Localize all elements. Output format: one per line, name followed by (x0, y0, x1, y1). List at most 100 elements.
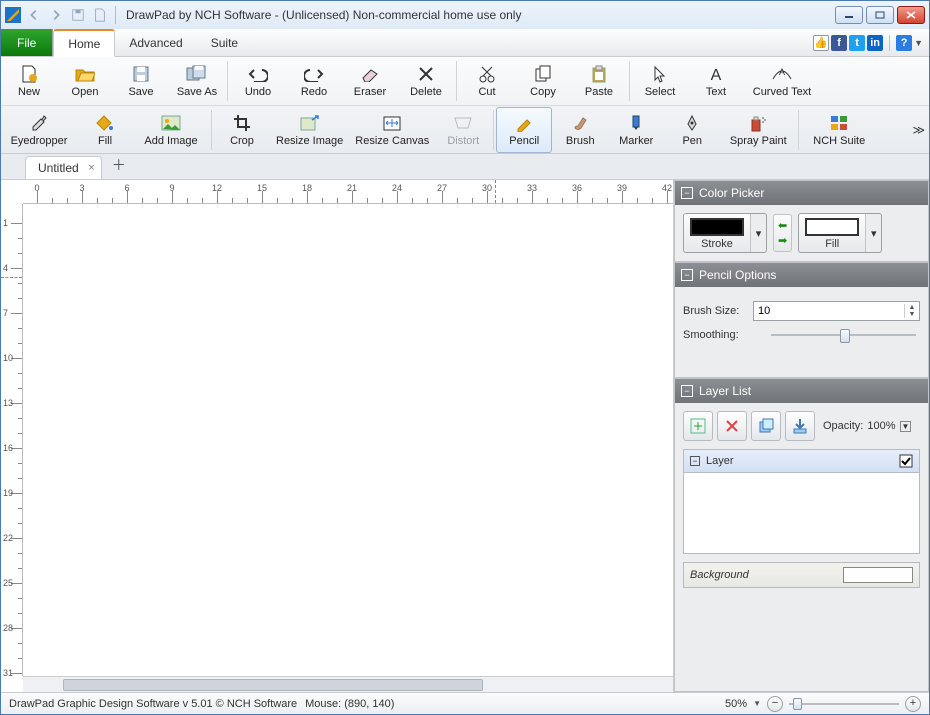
close-tab-icon[interactable]: × (88, 162, 94, 174)
ribbon-addimage-button[interactable]: Add Image (133, 107, 209, 153)
document-tab-label: Untitled (38, 161, 79, 175)
duplicate-layer-button[interactable] (751, 411, 781, 441)
smoothing-label: Smoothing: (683, 329, 759, 341)
ribbon-distort-button[interactable]: Distort (435, 107, 491, 153)
ribbon-fill-button[interactable]: Fill (77, 107, 133, 153)
layer-visible-checkbox[interactable] (899, 454, 913, 468)
facebook-icon[interactable]: f (831, 35, 847, 51)
document-tab[interactable]: Untitled × (25, 156, 102, 179)
fill-swatch-group[interactable]: Fill ▾ (798, 213, 882, 253)
pencil-icon (515, 113, 533, 133)
linkedin-icon[interactable]: in (867, 35, 883, 51)
layer-item[interactable]: − Layer (684, 450, 919, 473)
menu-tab-advanced[interactable]: Advanced (115, 29, 196, 56)
horizontal-ruler: 03691215182124273033363942 (23, 180, 673, 204)
background-swatch[interactable] (843, 567, 913, 583)
background-row[interactable]: Background (683, 562, 920, 588)
zoom-dropdown-icon[interactable]: ▼ (753, 699, 761, 708)
ribbon-nchsuite-button[interactable]: NCH Suite (801, 107, 877, 153)
ribbon-new-button[interactable]: New (1, 58, 57, 104)
menu-file[interactable]: File (1, 29, 53, 56)
ribbon-save-button[interactable]: Save (113, 58, 169, 104)
app-icon (5, 7, 21, 23)
ribbon-spraypaint-button[interactable]: Spray Paint (720, 107, 796, 153)
collapse-icon[interactable]: − (681, 269, 693, 281)
maximize-button[interactable] (866, 6, 894, 24)
ribbon-cut-button[interactable]: Cut (459, 58, 515, 104)
ribbon-saveas-button[interactable]: Save As (169, 58, 225, 104)
spin-down-icon[interactable]: ▼ (905, 311, 919, 318)
help-icon[interactable]: ? (896, 35, 912, 51)
zoom-in-button[interactable]: + (905, 696, 921, 712)
collapse-icon[interactable]: − (681, 385, 693, 397)
nchsuite-icon (829, 113, 849, 133)
add-layer-button[interactable] (683, 411, 713, 441)
collapse-icon[interactable]: − (681, 187, 693, 199)
new-icon (20, 64, 38, 84)
brush-size-input[interactable]: ▲▼ (753, 301, 920, 321)
help-dropdown-icon[interactable]: ▼ (914, 38, 923, 48)
ribbon-resizeimage-button[interactable]: Resize Image (270, 107, 349, 153)
smoothing-slider[interactable] (767, 327, 920, 343)
ribbon-paste-button[interactable]: Paste (571, 58, 627, 104)
swap-right-icon[interactable]: ➡ (778, 234, 787, 247)
ribbon-redo-button[interactable]: Redo (286, 58, 342, 104)
delete-layer-button[interactable] (717, 411, 747, 441)
ribbon-open-button[interactable]: Open (57, 58, 113, 104)
zoom-out-button[interactable]: − (767, 696, 783, 712)
copy-icon (534, 64, 552, 84)
ribbon-text-button[interactable]: AText (688, 58, 744, 104)
minimize-button[interactable] (835, 6, 863, 24)
ribbon-curvedtext-button[interactable]: ACurved Text (744, 58, 820, 104)
ribbon-pencil-button[interactable]: Pencil (496, 107, 552, 153)
merge-layer-button[interactable] (785, 411, 815, 441)
ribbon-eraser-button[interactable]: Eraser (342, 58, 398, 104)
ribbon-eyedropper-button[interactable]: Eyedropper (1, 107, 77, 153)
ribbon-undo-button[interactable]: Undo (230, 58, 286, 104)
spin-up-icon[interactable]: ▲ (905, 304, 919, 311)
panel-pencil-options: −Pencil Options Brush Size: ▲▼ Smoothing… (674, 262, 929, 378)
svg-text:A: A (711, 67, 722, 83)
ribbon-delete-button[interactable]: Delete (398, 58, 454, 104)
ribbon-overflow-icon[interactable]: ≫ (912, 123, 925, 137)
stroke-swatch-group[interactable]: Stroke ▾ (683, 213, 767, 253)
ribbon-copy-button[interactable]: Copy (515, 58, 571, 104)
ribbon-pen-button[interactable]: Pen (664, 107, 720, 153)
panel-color-picker: −Color Picker Stroke ▾ ⬅ ➡ (674, 180, 929, 262)
qat-newdoc-icon[interactable] (91, 6, 109, 24)
crop-icon (233, 113, 251, 133)
qat-forward-icon[interactable] (47, 6, 65, 24)
qat-save-icon[interactable] (69, 6, 87, 24)
ribbon-resizecanvas-button[interactable]: Resize Canvas (349, 107, 435, 153)
fill-swatch[interactable] (805, 218, 859, 236)
select-icon (652, 64, 668, 84)
ribbon-brush-button[interactable]: Brush (552, 107, 608, 153)
redo-icon (304, 64, 324, 84)
ribbon-select-button[interactable]: Select (632, 58, 688, 104)
canvas[interactable] (23, 204, 673, 676)
horizontal-scrollbar[interactable] (23, 676, 673, 692)
status-bar: DrawPad Graphic Design Software v 5.01 ©… (1, 692, 929, 714)
stroke-swatch[interactable] (690, 218, 744, 236)
close-button[interactable] (897, 6, 925, 24)
ribbon-marker-button[interactable]: Marker (608, 107, 664, 153)
undo-icon (248, 64, 268, 84)
opacity-dropdown-icon[interactable]: ▼ (900, 421, 912, 432)
zoom-slider[interactable] (789, 696, 899, 712)
ribbon-crop-button[interactable]: Crop (214, 107, 270, 153)
social-bar: 👍 f t in ? ▼ (813, 29, 929, 56)
thumbsup-icon[interactable]: 👍 (813, 35, 829, 51)
qat-back-icon[interactable] (25, 6, 43, 24)
menu-tab-suite[interactable]: Suite (197, 29, 252, 56)
title-bar: DrawPad by NCH Software - (Unlicensed) N… (1, 1, 929, 29)
stroke-dropdown-icon[interactable]: ▾ (750, 214, 766, 252)
layer-collapse-icon[interactable]: − (690, 456, 700, 466)
status-left: DrawPad Graphic Design Software v 5.01 ©… (9, 698, 297, 710)
new-tab-button[interactable]: ＋ (102, 151, 136, 179)
swap-left-icon[interactable]: ⬅ (778, 219, 787, 232)
fill-dropdown-icon[interactable]: ▾ (865, 214, 881, 252)
eyedropper-icon (30, 113, 48, 133)
menu-tab-home[interactable]: Home (53, 29, 115, 57)
twitter-icon[interactable]: t (849, 35, 865, 51)
addimage-icon (161, 113, 181, 133)
